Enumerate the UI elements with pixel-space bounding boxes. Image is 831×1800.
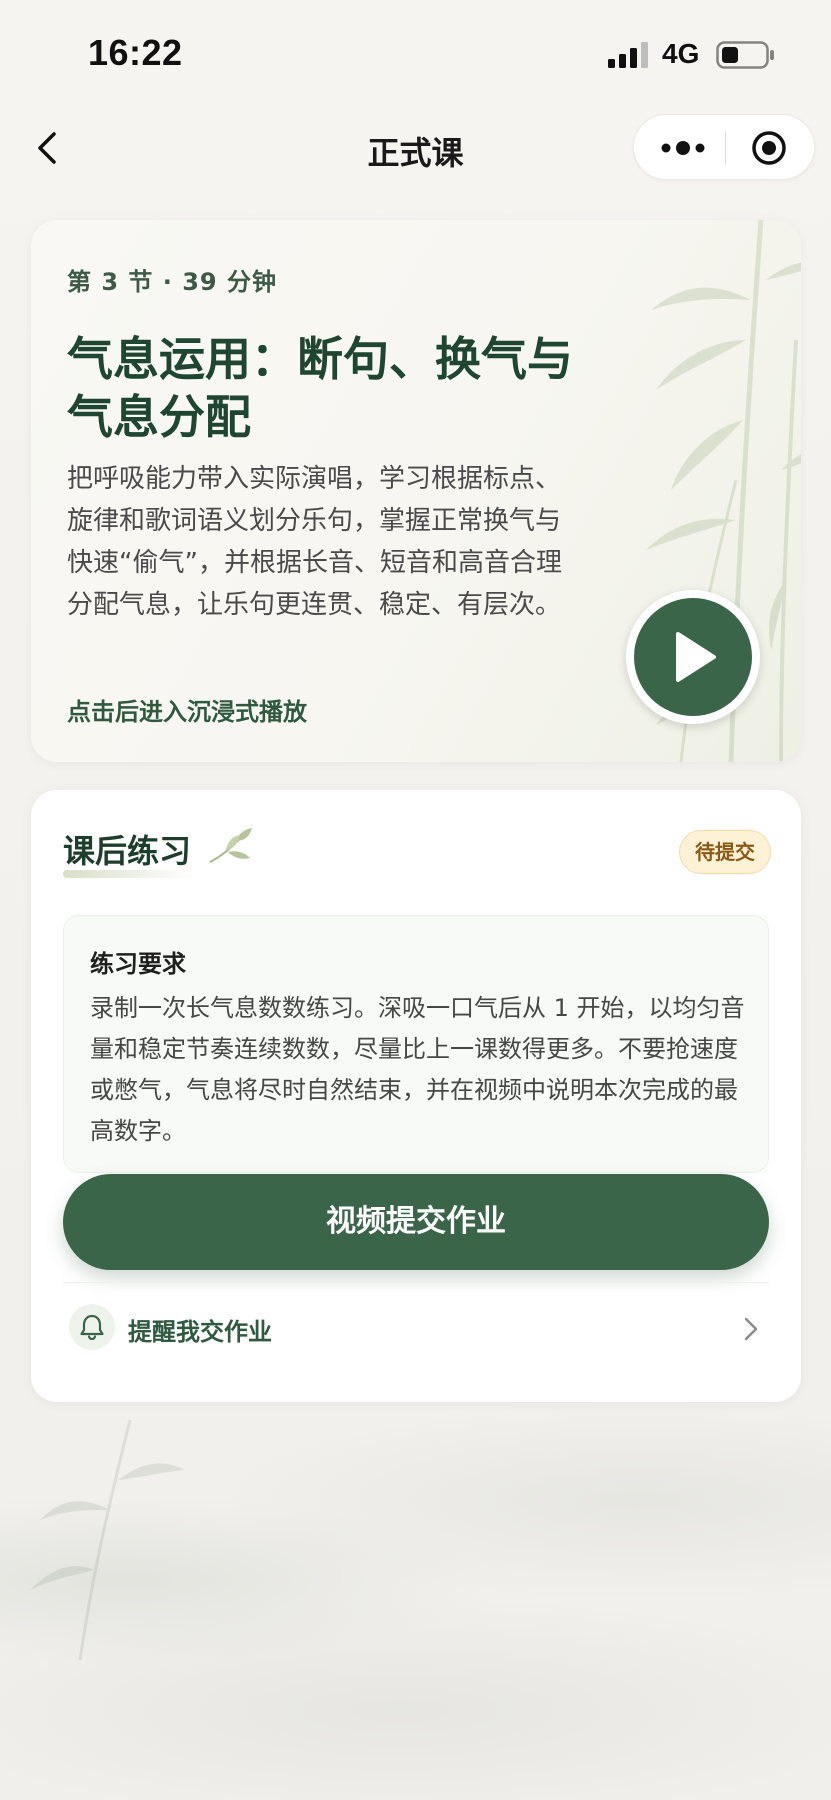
divider [63, 1282, 769, 1283]
lesson-play-hint: 点击后进入沉浸式播放 [67, 698, 307, 726]
bell-icon-bg [69, 1304, 115, 1350]
lesson-meta: 第 3 节 · 39 分钟 [67, 268, 277, 296]
requirement-title: 练习要求 [90, 950, 186, 978]
chevron-right-icon [744, 1317, 758, 1341]
play-icon [676, 632, 716, 682]
practice-card: 课后练习 待提交 练习要求 录制一次长气息数数练习。深吸一口气后从 1 开始，以… [31, 790, 801, 1402]
bell-icon [80, 1314, 104, 1341]
status-bar: 16:22 4G [0, 0, 831, 100]
video-submit-button[interactable]: 视频提交作业 [63, 1174, 769, 1270]
mini-program-capsule [633, 114, 815, 180]
lesson-description: 把呼吸能力带入实际演唱，学习根据标点、旋律和歌词语义划分乐句，掌握正常换气与快速… [67, 464, 562, 620]
status-badge: 待提交 [679, 830, 771, 874]
nav-bar: 正式课 [0, 110, 831, 186]
play-button[interactable] [626, 590, 760, 724]
lesson-title: 气息运用：断句、换气与气息分配 [67, 332, 573, 444]
target-icon[interactable] [751, 130, 787, 166]
background-bamboo-icon [30, 1419, 185, 1660]
battery-icon [716, 41, 774, 69]
lesson-card[interactable]: 第 3 节 · 39 分钟 气息运用：断句、换气与气息分配 把呼吸能力带入实际演… [31, 220, 801, 762]
capsule-divider [725, 131, 726, 165]
remind-label: 提醒我交作业 [128, 1318, 272, 1346]
network-type: 4G [662, 38, 700, 69]
page: 16:22 4G 正式课 第 3 节 · 39 分钟 气息运用：断句、换气与气息… [0, 0, 831, 1800]
requirement-box: 练习要求 录制一次长气息数数练习。深吸一口气后从 1 开始，以均匀音量和稳定节奏… [63, 915, 769, 1173]
signal-icon [608, 42, 648, 68]
leaf-icon [209, 828, 252, 863]
status-time: 16:22 [88, 32, 183, 73]
requirement-text: 录制一次长气息数数练习。深吸一口气后从 1 开始，以均匀音量和稳定节奏连续数数，… [90, 994, 745, 1145]
remind-row[interactable]: 提醒我交作业 [63, 1290, 769, 1370]
practice-title: 课后练习 [63, 832, 192, 870]
more-icon[interactable] [658, 137, 708, 159]
